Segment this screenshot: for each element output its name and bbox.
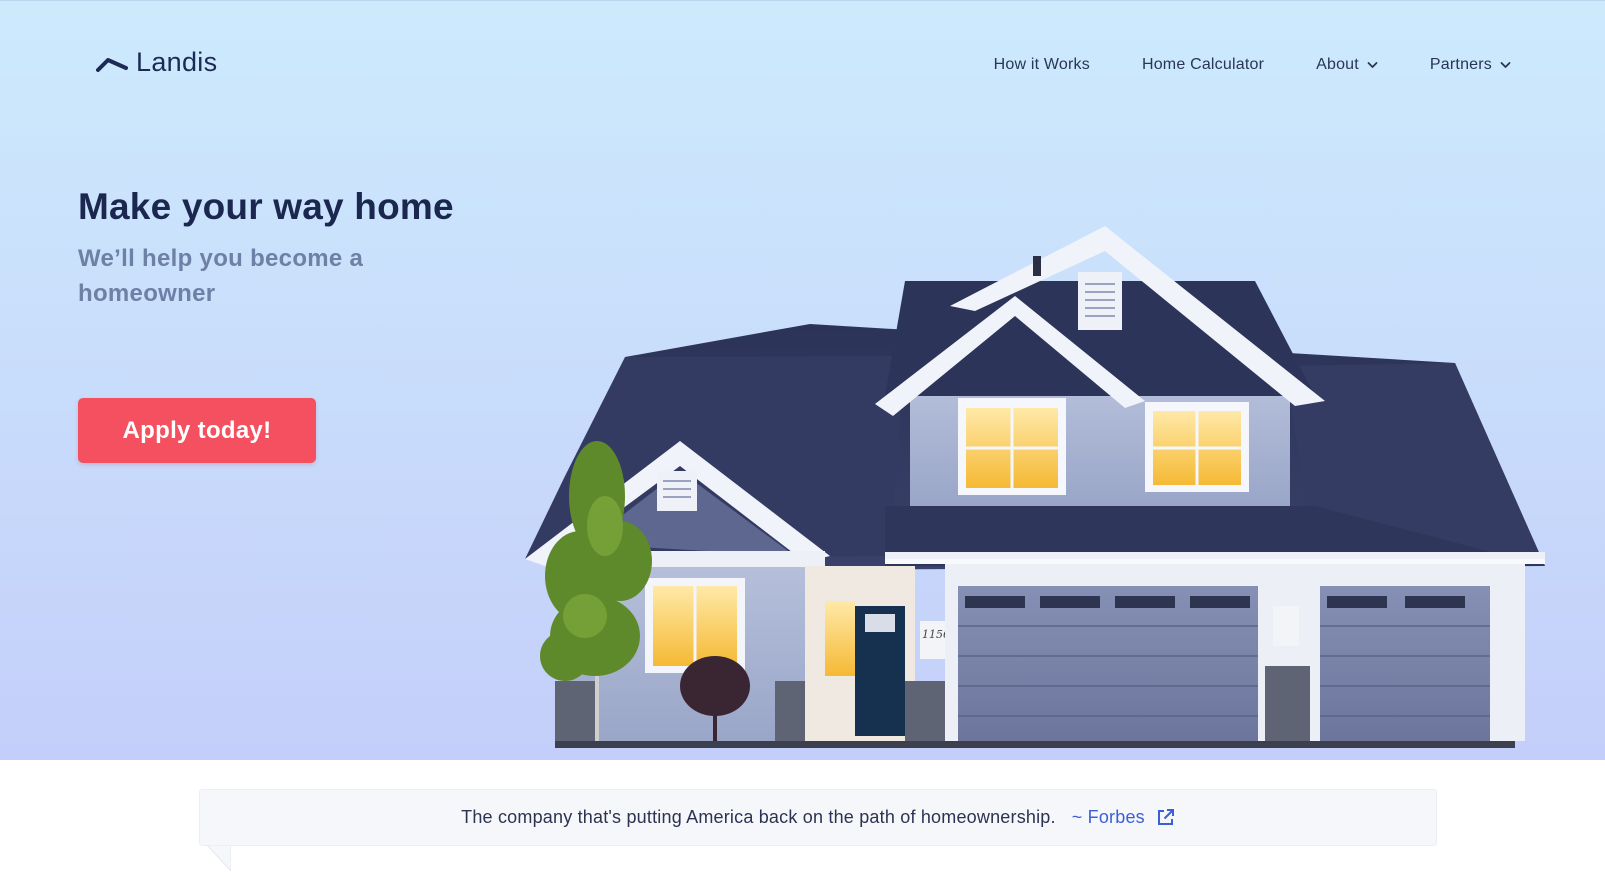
nav-label: About [1316, 56, 1359, 73]
nav-about[interactable]: About [1316, 54, 1378, 76]
nav-home-calculator[interactable]: Home Calculator [1142, 54, 1264, 76]
forbes-link[interactable]: ~ Forbes [1072, 807, 1175, 828]
hero-headline: Make your way home [78, 186, 454, 227]
house-image: 1156 [525, 226, 1545, 748]
external-link-icon [1157, 809, 1174, 825]
hero-subheadline: We’ll help you become a homeowner [78, 245, 364, 307]
apply-today-button[interactable]: Apply today! [78, 398, 316, 463]
hero-section: Landis How it Works Home Calculator Abou… [0, 0, 1605, 760]
nav-partners[interactable]: Partners [1430, 54, 1511, 76]
logo[interactable]: Landis [96, 49, 217, 76]
main-nav: How it Works Home Calculator About Partn… [994, 54, 1511, 76]
logo-text: Landis [136, 47, 218, 77]
press-quote-text: The company that's putting America back … [461, 807, 1056, 827]
roof-logo-icon [96, 57, 128, 72]
quote-bubble-tail [207, 845, 231, 871]
forbes-link-label: ~ Forbes [1071, 807, 1145, 827]
chevron-down-icon [1500, 62, 1511, 68]
press-quote-bar: The company that's putting America back … [199, 789, 1437, 846]
nav-label: How it Works [993, 56, 1090, 73]
nav-how-it-works[interactable]: How it Works [994, 54, 1090, 76]
nav-label: Partners [1429, 56, 1492, 73]
chevron-down-icon [1367, 62, 1378, 68]
nav-label: Home Calculator [1141, 56, 1265, 73]
